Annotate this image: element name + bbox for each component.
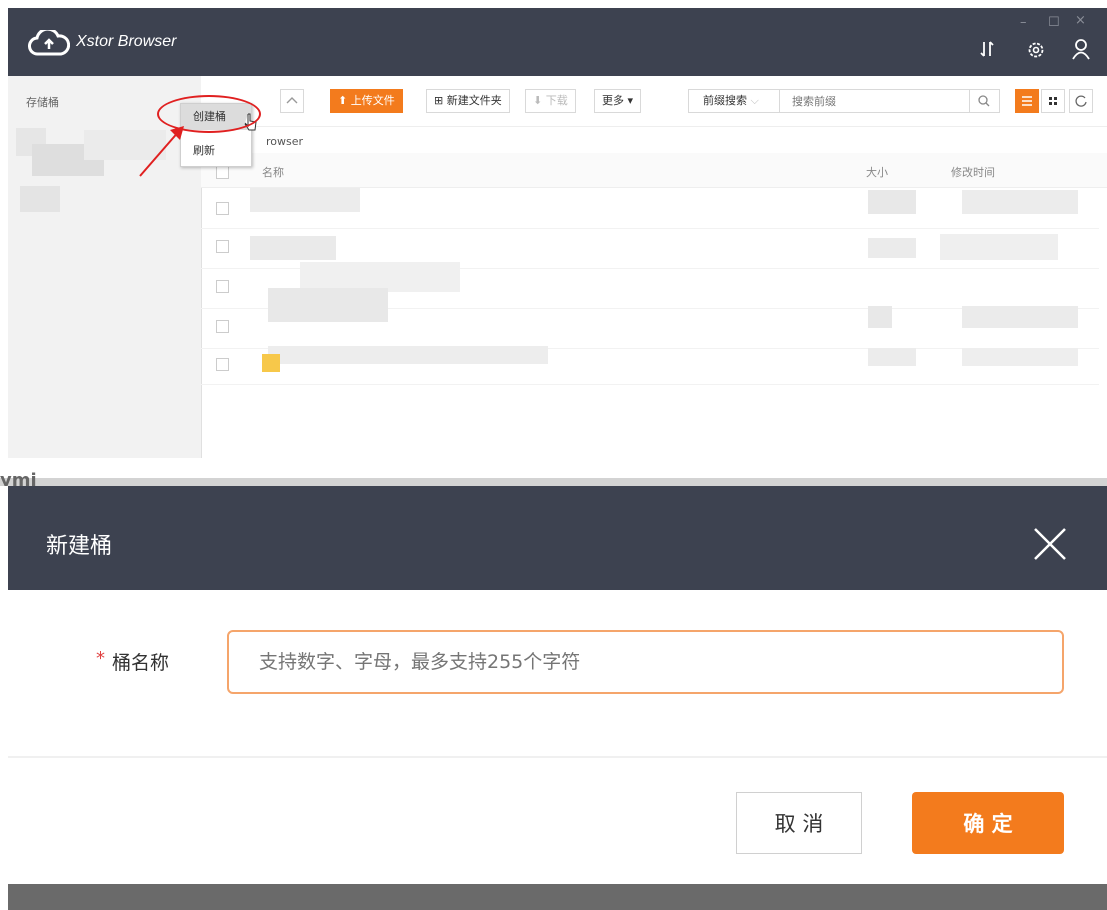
row-checkbox[interactable] [216, 240, 229, 253]
separator-strip [0, 478, 1107, 486]
confirm-button[interactable]: 确 定 [912, 792, 1064, 854]
dialog-close-icon[interactable] [1032, 526, 1068, 562]
blurred-size [868, 348, 916, 366]
minimize-button[interactable]: – [1020, 15, 1027, 30]
grid-icon [1049, 97, 1057, 105]
row-checkbox[interactable] [216, 202, 229, 215]
caret-down-icon: ▾ [624, 94, 634, 107]
new-folder-icon: ⊞ [434, 94, 447, 107]
prefix-select-label: 前缀搜索 [703, 94, 747, 107]
download-icon: ⬇ [533, 94, 546, 107]
blurred-date [962, 348, 1078, 366]
blurred-filename [250, 188, 360, 212]
separator-text: ymi [0, 470, 37, 486]
blurred-bucket[interactable] [20, 186, 60, 212]
folder-icon [262, 354, 280, 372]
row-checkbox[interactable] [216, 358, 229, 371]
bucket-name-label: 桶名称 [112, 652, 170, 674]
cloud-logo-icon [28, 30, 70, 56]
row-checkbox[interactable] [216, 320, 229, 333]
prefix-search-select[interactable]: 前缀搜索 ⌵ [688, 89, 780, 113]
dialog-title: 新建桶 [46, 534, 113, 559]
list-icon [1022, 96, 1032, 106]
transfer-icon[interactable] [978, 40, 996, 58]
new-folder-label: 新建文件夹 [446, 94, 502, 107]
chevron-down-icon: ⌵ [747, 94, 759, 107]
sidebar-label: 存储桶 [26, 96, 59, 109]
user-icon[interactable] [1071, 38, 1091, 60]
required-mark: * [96, 648, 105, 669]
chevron-up-icon [286, 97, 298, 104]
blurred-filename [268, 288, 388, 322]
upload-file-button[interactable]: ⬆ 上传文件 [330, 89, 403, 113]
refresh-icon [1075, 95, 1087, 107]
bucket-name-input[interactable] [227, 630, 1064, 694]
more-dropdown[interactable]: 更多 ▾ [594, 89, 642, 113]
select-all-checkbox[interactable] [216, 166, 229, 179]
column-size[interactable]: 大小 [866, 164, 888, 180]
cancel-button[interactable]: 取 消 [736, 792, 862, 854]
prefix-search-input[interactable] [780, 89, 970, 113]
blurred-date [940, 234, 1058, 260]
blurred-date [962, 190, 1078, 214]
dialog-divider [8, 756, 1107, 758]
download-label: 下载 [545, 94, 568, 107]
dialog-bottom-bar [8, 884, 1107, 910]
column-modified[interactable]: 修改时间 [951, 164, 995, 180]
blurred-size [868, 306, 892, 328]
blurred-size [868, 190, 916, 214]
blurred-filename [250, 236, 336, 260]
new-folder-button[interactable]: ⊞ 新建文件夹 [426, 89, 510, 113]
column-name[interactable]: 名称 [262, 164, 284, 180]
blurred-filename [268, 346, 548, 364]
settings-icon[interactable] [1026, 40, 1046, 60]
dialog-header [8, 486, 1107, 590]
blurred-date [962, 306, 1078, 328]
maximize-button[interactable]: ☐ [1048, 15, 1060, 30]
up-level-button[interactable] [280, 89, 304, 113]
upload-icon: ⬆ [338, 94, 351, 107]
grid-view-button[interactable] [1041, 89, 1065, 113]
breadcrumb[interactable]: rowser [266, 135, 303, 148]
row-checkbox[interactable] [216, 280, 229, 293]
annotation-arrow [139, 126, 184, 177]
app-title: Xstor Browser [76, 33, 177, 50]
close-window-button[interactable]: × [1075, 13, 1086, 28]
download-button[interactable]: ⬇ 下载 [525, 89, 576, 113]
search-button[interactable] [970, 89, 1000, 113]
refresh-button[interactable] [1069, 89, 1093, 113]
search-icon [978, 95, 990, 107]
upload-file-label: 上传文件 [350, 94, 395, 107]
blurred-size [868, 238, 916, 258]
more-label: 更多 [602, 94, 624, 107]
list-view-button[interactable] [1015, 89, 1039, 113]
